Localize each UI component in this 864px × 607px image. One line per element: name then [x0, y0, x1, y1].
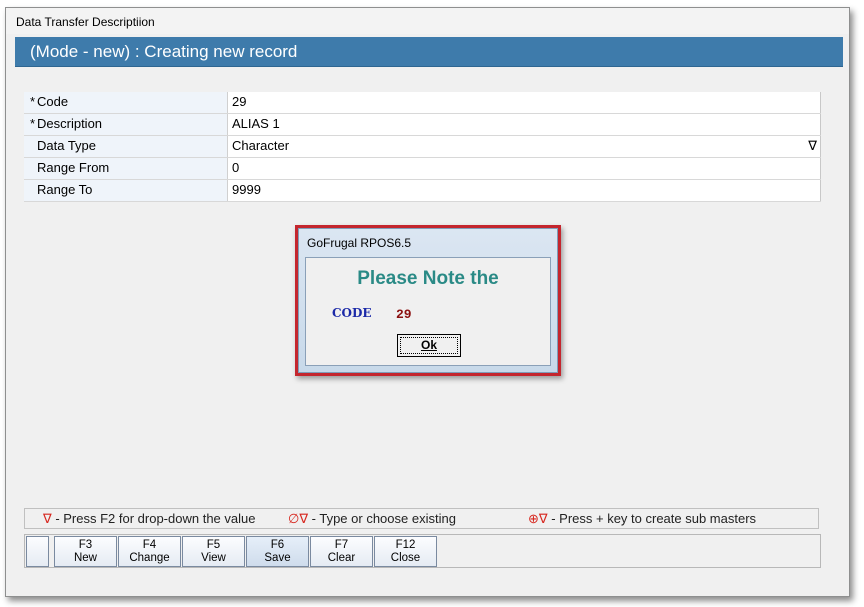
field-label: Range To	[24, 180, 227, 201]
type-or-choose-icon: ∅∇	[288, 511, 309, 526]
window-title: Data Transfer Descriptiion	[16, 15, 155, 29]
create-sub-master-icon: ⊕∇	[528, 511, 548, 526]
fk-label: Close	[390, 552, 421, 564]
form-row-description: * Description ALIAS 1	[24, 114, 821, 136]
field-label: Data Type	[24, 136, 227, 157]
description-value: ALIAS 1	[232, 116, 280, 131]
legend-text: - Press F2 for drop-down the value	[51, 511, 256, 526]
range-from-field[interactable]: 0	[227, 158, 821, 179]
range-to-value: 9999	[232, 182, 261, 197]
f7-clear-button[interactable]: F7 Clear	[310, 536, 373, 567]
required-marker: *	[30, 116, 36, 131]
field-label: * Code	[24, 92, 227, 113]
fk-key: F3	[78, 539, 93, 551]
data-type-value: Character	[232, 138, 290, 153]
dialog-code-label: CODE	[332, 306, 372, 320]
field-label: Range From	[24, 158, 227, 179]
mode-header-text: (Mode - new) : Creating new record	[30, 42, 298, 61]
legend-item-dropdown: ∇ - Press F2 for drop-down the value	[43, 511, 255, 527]
data-type-select[interactable]: Character ∇	[227, 136, 821, 157]
legend-bar: ∇ - Press F2 for drop-down the value ∅∇ …	[24, 508, 819, 529]
form-row-data-type: Data Type Character ∇	[24, 136, 821, 158]
title-bar[interactable]: Data Transfer Descriptiion	[6, 8, 849, 34]
dialog-heading: Please Note the	[357, 268, 499, 289]
legend-text: - Press + key to create sub masters	[547, 511, 757, 526]
ok-button-label: Ok	[420, 338, 437, 352]
dialog-body: Please Note the CODE 29 Ok	[305, 257, 551, 366]
function-key-blank[interactable]	[26, 536, 49, 567]
description-field[interactable]: ALIAS 1	[227, 114, 821, 135]
form-row-range-to: Range To 9999	[24, 180, 821, 202]
dialog-code-value: 29	[396, 307, 412, 322]
f4-change-button[interactable]: F4 Change	[118, 536, 181, 567]
fk-label: Clear	[327, 552, 356, 564]
dialog-title[interactable]: GoFrugal RPOS6.5	[307, 236, 411, 250]
fk-key: F12	[395, 539, 416, 551]
legend-text: - Type or choose existing	[308, 511, 456, 526]
fk-key: F5	[206, 539, 221, 551]
field-label-text: Range To	[37, 182, 93, 197]
fk-label: View	[201, 552, 226, 564]
field-label-text: Range From	[37, 160, 110, 175]
f6-save-button[interactable]: F6 Save	[246, 536, 309, 567]
field-label-text: Data Type	[37, 138, 97, 153]
legend-item-sub-masters: ⊕∇ - Press + key to create sub masters	[528, 511, 756, 527]
field-label-text: Description	[37, 116, 103, 131]
fk-key: F6	[270, 539, 285, 551]
f3-new-button[interactable]: F3 New	[54, 536, 117, 567]
range-from-value: 0	[232, 160, 240, 175]
form-row-code: * Code 29	[24, 92, 821, 114]
f12-close-button[interactable]: F12 Close	[374, 536, 437, 567]
fk-label: New	[73, 552, 97, 564]
dropdown-icon: ∇	[43, 511, 52, 526]
form-row-range-from: Range From 0	[24, 158, 821, 180]
legend-item-type-or-choose: ∅∇ - Type or choose existing	[288, 511, 456, 527]
field-label-text: Code	[37, 94, 69, 109]
fk-label: Save	[264, 552, 291, 564]
fk-label: Change	[129, 552, 170, 564]
f5-view-button[interactable]: F5 View	[182, 536, 245, 567]
ok-button[interactable]: Ok	[397, 334, 461, 357]
note-dialog: GoFrugal RPOS6.5 Please Note the CODE 29…	[298, 228, 558, 373]
code-value: 29	[232, 94, 247, 109]
code-field[interactable]: 29	[227, 92, 821, 113]
range-to-field[interactable]: 9999	[227, 180, 821, 201]
required-marker: *	[30, 94, 36, 109]
function-key-bar: F3 New F4 Change F5 View F6 Save F7 Clea…	[24, 534, 821, 568]
fk-key: F4	[142, 539, 157, 551]
field-label: * Description	[24, 114, 227, 135]
mode-header: (Mode - new) : Creating new record	[15, 37, 843, 67]
fk-key: F7	[334, 539, 349, 551]
record-form: * Code 29 * Description ALIAS 1 Data Typ…	[24, 92, 821, 202]
dropdown-icon[interactable]: ∇	[808, 136, 817, 156]
